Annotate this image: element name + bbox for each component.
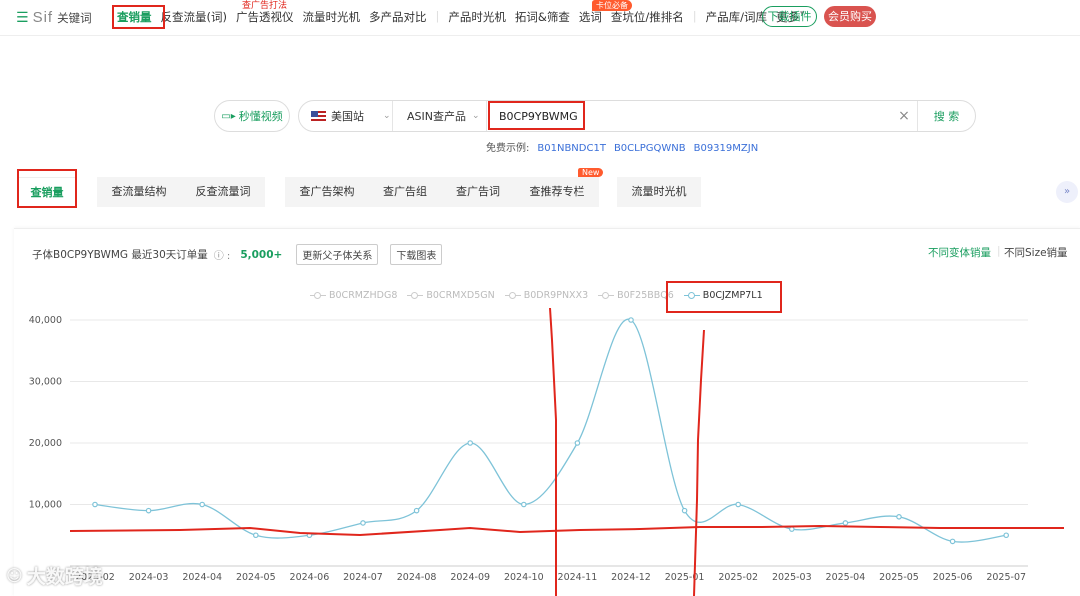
search-box: 美国站 ⌄ ASIN查产品 ⌄ B0CP9YBWMG × 搜 索 bbox=[298, 100, 976, 132]
legend-marker-icon bbox=[407, 291, 424, 300]
rank-hint-badge: 卡位必备 bbox=[592, 0, 632, 11]
annotation-box-input bbox=[488, 101, 585, 130]
search-row: ▭▸ 秒懂视频 bbox=[214, 100, 290, 132]
site-select[interactable]: 美国站 ⌄ bbox=[299, 101, 393, 131]
sales-card bbox=[14, 228, 1080, 596]
nav-items: 查销量 反查流量(词) 广告透视仪 流量时光机 多产品对比 | 产品时光机 拓词&筛查 选词 查坑… bbox=[117, 9, 814, 25]
free-examples: 免费示例: B01NBNDC1T B0CLPGQWNB B09319MZJN bbox=[486, 143, 759, 154]
download-chart-button[interactable]: 下载图表 bbox=[390, 244, 443, 265]
toggle-size-sales[interactable]: 不同Size销量 bbox=[1004, 245, 1068, 260]
nav-item[interactable]: 产品库/词库 bbox=[706, 9, 767, 25]
nav-separator: | bbox=[692, 9, 697, 23]
clear-icon[interactable]: × bbox=[891, 108, 917, 124]
tab-ad-keywords[interactable]: 查广告词 bbox=[441, 177, 515, 207]
nav-item[interactable]: 查坑位/推排名 bbox=[611, 9, 684, 25]
legend-marker-icon bbox=[310, 291, 326, 300]
search-button[interactable]: 搜 索 bbox=[917, 101, 975, 131]
video-icon: ▭▸ bbox=[221, 110, 236, 122]
legend-item[interactable]: B0CRMXD5GN bbox=[407, 290, 495, 301]
example-link[interactable]: B0CLPGQWNB bbox=[614, 143, 686, 154]
legend-label: B0CRMZHDG8 bbox=[329, 290, 398, 301]
nav-item[interactable]: 拓词&筛查 bbox=[515, 9, 570, 25]
legend-item[interactable]: B0DR9PNXX3 bbox=[504, 290, 589, 301]
download-plugin-button[interactable]: 下载插件 bbox=[762, 6, 817, 27]
nav-item[interactable]: 广告透视仪 bbox=[236, 9, 294, 25]
legend-label: B0DR9PNXX3 bbox=[523, 290, 589, 301]
new-badge: New bbox=[578, 168, 604, 177]
nav-item[interactable]: 选词 bbox=[579, 9, 602, 25]
annotation-box-tab bbox=[17, 169, 77, 208]
us-flag-icon bbox=[311, 111, 326, 121]
annotation-box-legend bbox=[666, 281, 782, 313]
legend-label: B0CRMXD5GN bbox=[426, 290, 495, 301]
legend-item[interactable]: B0F25BBQ6 bbox=[598, 290, 674, 301]
nav-item[interactable]: 多产品对比 bbox=[369, 9, 427, 25]
help-icon[interactable]: ⓘ : bbox=[214, 247, 231, 262]
annotation-box-nav bbox=[112, 5, 165, 29]
menu-icon[interactable]: ☰ bbox=[16, 10, 29, 26]
logo[interactable]: ☰ Sif 关键词 bbox=[16, 9, 92, 26]
update-relation-button[interactable]: 更新父子体关系 bbox=[296, 244, 379, 265]
toggle-variant-sales[interactable]: 不同变体销量 bbox=[928, 245, 991, 260]
toggle-divider: | bbox=[997, 245, 1001, 257]
tab-recommend[interactable]: 查推荐专栏 bbox=[515, 177, 599, 207]
chevron-down-icon: ⌄ bbox=[471, 111, 480, 121]
expand-icon[interactable]: » bbox=[1056, 181, 1078, 203]
tab-ad-structure[interactable]: 查广告架构 bbox=[285, 177, 369, 207]
tab-reverse-keywords[interactable]: 反查流量词 bbox=[181, 177, 265, 207]
chevron-down-icon: ⌄ bbox=[383, 111, 391, 121]
nav-item[interactable]: 产品时光机 bbox=[448, 9, 506, 25]
nav-item[interactable]: 反查流量(词) bbox=[161, 9, 227, 25]
video-button[interactable]: ▭▸ 秒懂视频 bbox=[214, 100, 290, 132]
card-header: 子体B0CP9YBWMG 最近30天订单量 ⓘ : 5,000+ 更新父子体关系… bbox=[32, 244, 443, 265]
tab-traffic-structure[interactable]: 查流量结构 bbox=[97, 177, 181, 207]
ads-hint-label: 查广告打法 bbox=[242, 1, 288, 11]
example-link[interactable]: B09319MZJN bbox=[694, 143, 759, 154]
legend-item[interactable]: B0CRMZHDG8 bbox=[310, 290, 397, 301]
nav-separator: | bbox=[435, 9, 440, 23]
watermark-logo-icon: ☺ bbox=[6, 566, 23, 585]
mode-select[interactable]: ASIN查产品 ⌄ bbox=[393, 101, 487, 131]
legend-marker-icon bbox=[598, 291, 615, 300]
order-quantity: 5,000+ bbox=[240, 248, 283, 261]
tab-traffic-timemachine[interactable]: 流量时光机 bbox=[617, 177, 701, 207]
legend-marker-icon bbox=[504, 291, 521, 300]
example-link[interactable]: B01NBNDC1T bbox=[537, 143, 606, 154]
vip-purchase-button[interactable]: 会员购买 bbox=[824, 6, 876, 27]
watermark: ☺ 大数跨境 bbox=[6, 566, 103, 588]
tab-ad-groups[interactable]: 查广告组 bbox=[369, 177, 441, 207]
nav-item[interactable]: 流量时光机 bbox=[302, 9, 360, 25]
